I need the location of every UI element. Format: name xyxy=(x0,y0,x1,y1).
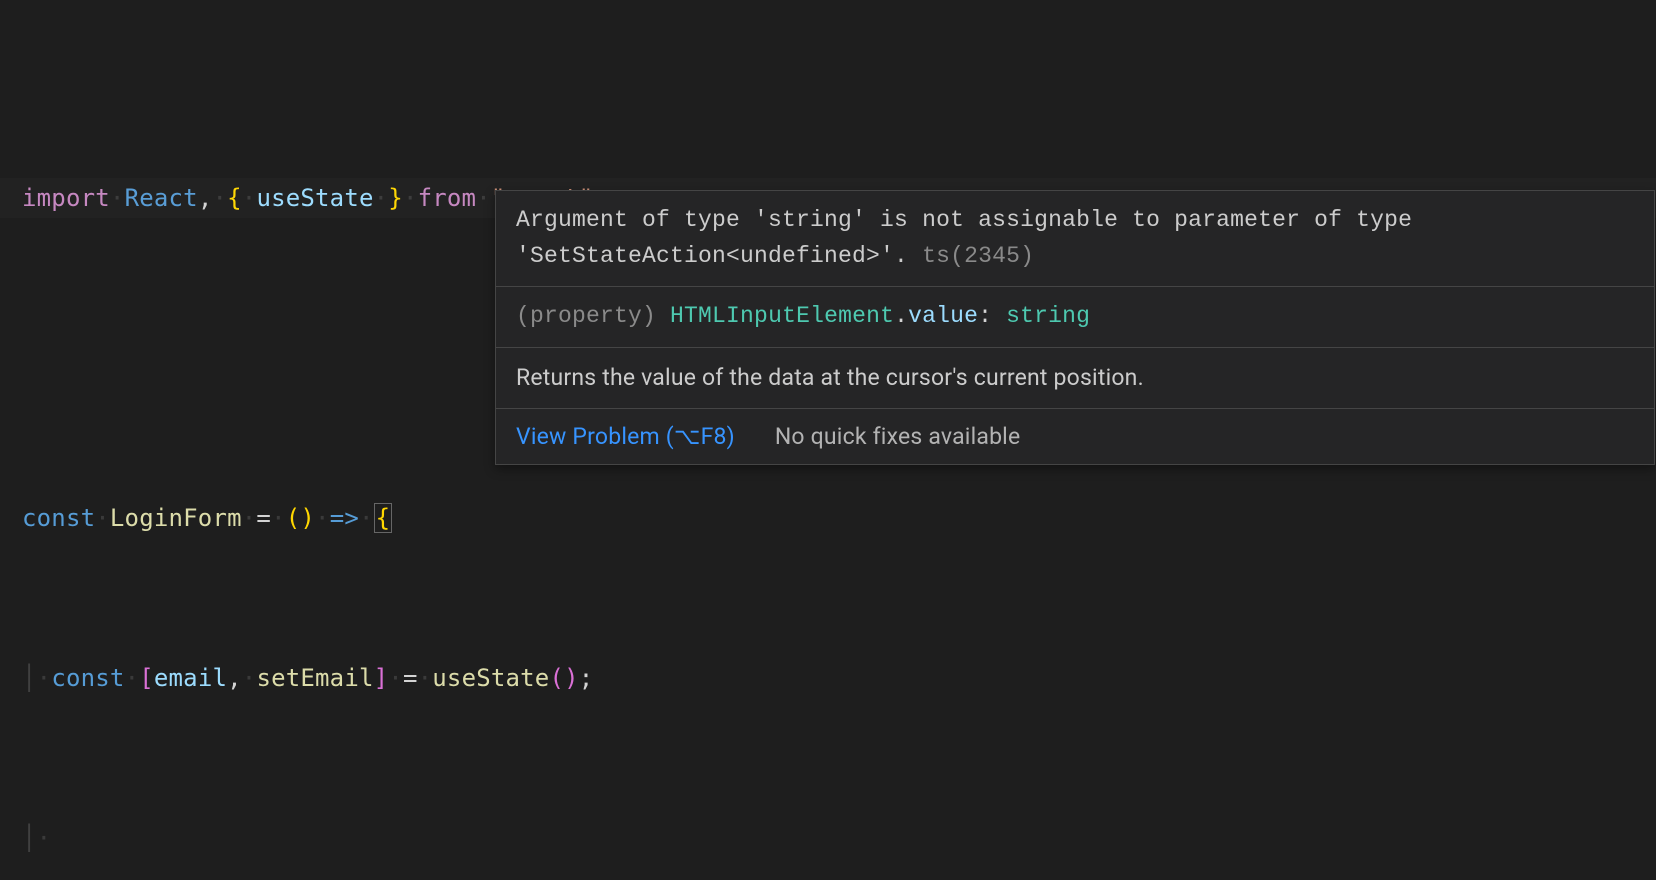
signature: (property) HTMLInputElement.value: strin… xyxy=(496,287,1654,348)
error-message: Argument of type 'string' is not assigna… xyxy=(496,191,1654,287)
matched-brace: { xyxy=(374,503,393,533)
no-quick-fix-label: No quick fixes available xyxy=(775,419,1021,455)
view-problem-link[interactable]: View Problem (⌥F8) xyxy=(516,419,735,455)
code-line[interactable]: │· xyxy=(22,818,1656,858)
doc-description: Returns the value of the data at the cur… xyxy=(496,348,1654,409)
code-editor[interactable]: import·React,·{·useState·}·from·"react";… xyxy=(0,0,1656,880)
code-line[interactable]: │·const·[email,·setEmail]·=·useState(); xyxy=(22,658,1656,698)
hover-tooltip[interactable]: Argument of type 'string' is not assigna… xyxy=(495,190,1655,465)
code-line[interactable]: const·LoginForm·=·()·=>·{ xyxy=(22,498,1656,538)
